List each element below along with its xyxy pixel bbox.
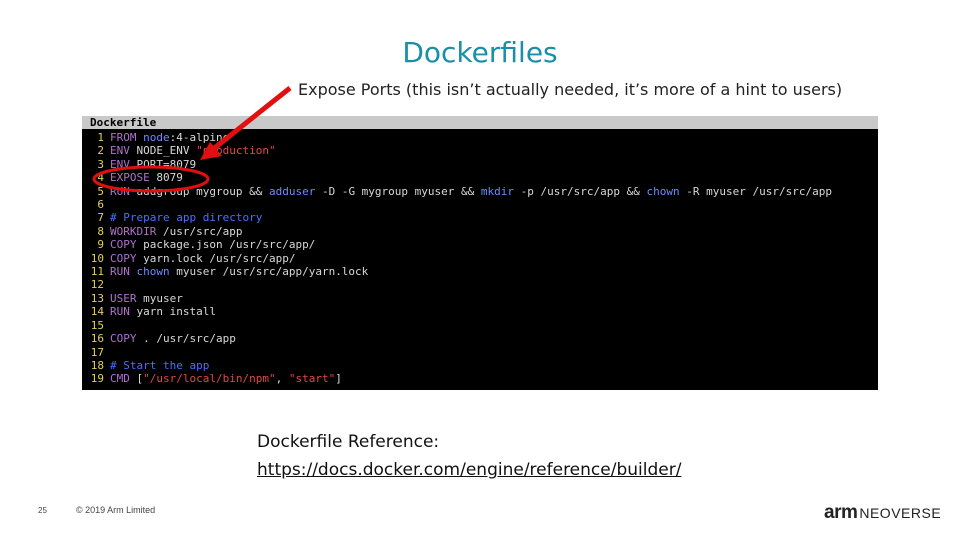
page-number: 25 <box>38 506 47 515</box>
line-number: 8 <box>97 224 104 238</box>
line-text: CMD ["/usr/local/bin/npm", "start"] <box>110 372 342 386</box>
line-number: 10 <box>90 251 104 265</box>
line-number: 19 <box>90 372 104 386</box>
line-number: 2 <box>97 144 104 158</box>
line-number: 7 <box>97 211 104 225</box>
logo-arm-text: arm <box>824 502 858 523</box>
slide-subtitle: Expose Ports (this isn’t actually needed… <box>298 80 843 99</box>
line-text: # Start the app <box>110 358 210 372</box>
line-number: 11 <box>90 265 104 279</box>
line-text: WORKDIR /usr/src/app <box>110 224 243 238</box>
line-number: 9 <box>97 238 104 252</box>
line-number: 1 <box>97 131 104 144</box>
code-block: 1 FROM node:4-alpine 2 ENV NODE_ENV "produc… <box>82 129 878 386</box>
line-number: 3 <box>97 157 104 171</box>
code-line: 14 RUN yarn install <box>82 305 878 318</box>
line-text: COPY package.json /usr/src/app/ <box>110 238 316 252</box>
code-line: 6 <box>82 198 878 211</box>
line-number: 16 <box>90 332 104 346</box>
copyright-text: © 2019 Arm Limited <box>76 505 156 515</box>
terminal-header: Dockerfile <box>82 116 878 129</box>
line-number: 18 <box>90 358 104 372</box>
code-line: 9 COPY package.json /usr/src/app/ <box>82 238 878 251</box>
line-number: 5 <box>97 184 104 198</box>
code-line: 4 EXPOSE 8079 <box>82 171 878 184</box>
line-text: ENV NODE_ENV "production" <box>110 144 276 158</box>
line-text: EXPOSE 8079 <box>110 171 183 185</box>
line-number: 4 <box>97 171 104 185</box>
line-text: RUN yarn install <box>110 305 216 319</box>
line-number: 12 <box>90 278 104 292</box>
line-number: 14 <box>90 305 104 319</box>
slide-title: Dockerfiles <box>402 36 558 69</box>
code-line: 11 RUN chown myuser /usr/src/app/yarn.loc… <box>82 265 878 278</box>
code-line: 19 CMD ["/usr/local/bin/npm", "start"] <box>82 372 878 385</box>
line-number: 15 <box>90 318 104 332</box>
line-text: COPY . /usr/src/app <box>110 332 236 346</box>
code-line: 13 USER myuser <box>82 292 878 305</box>
code-line: 8 WORKDIR /usr/src/app <box>82 225 878 238</box>
line-number: 17 <box>90 345 104 359</box>
terminal-window: Dockerfile 1 FROM node:4-alpine 2 ENV NODE_… <box>82 116 878 390</box>
code-line: 18 # Start the app <box>82 359 878 372</box>
code-line: 1 FROM node:4-alpine <box>82 131 878 144</box>
line-number: 13 <box>90 291 104 305</box>
arm-neoverse-logo: arm NEOVERSE <box>824 502 941 524</box>
code-line: 17 <box>82 346 878 359</box>
code-line: 15 <box>82 319 878 332</box>
reference-link[interactable]: https://docs.docker.com/engine/reference… <box>257 460 681 480</box>
line-text: USER myuser <box>110 291 183 305</box>
reference-label: Dockerfile Reference: <box>257 432 440 452</box>
logo-neoverse-text: NEOVERSE <box>859 505 942 521</box>
line-number: 6 <box>97 198 104 212</box>
line-text: RUN addgroup mygroup && adduser -D -G my… <box>110 184 832 198</box>
code-line: 2 ENV NODE_ENV "production" <box>82 144 878 157</box>
code-line: 3 ENV PORT=8079 <box>82 158 878 171</box>
code-line: 12 <box>82 278 878 291</box>
line-text: FROM node:4-alpine <box>110 131 230 144</box>
line-text: COPY yarn.lock /usr/src/app/ <box>110 251 296 265</box>
line-text: RUN chown myuser /usr/src/app/yarn.lock <box>110 265 369 279</box>
code-line: 16 COPY . /usr/src/app <box>82 332 878 345</box>
line-text: # Prepare app directory <box>110 211 263 225</box>
code-line: 10 COPY yarn.lock /usr/src/app/ <box>82 252 878 265</box>
code-line: 7 # Prepare app directory <box>82 211 878 224</box>
code-line: 5 RUN addgroup mygroup && adduser -D -G m… <box>82 185 878 198</box>
line-text: ENV PORT=8079 <box>110 157 197 171</box>
